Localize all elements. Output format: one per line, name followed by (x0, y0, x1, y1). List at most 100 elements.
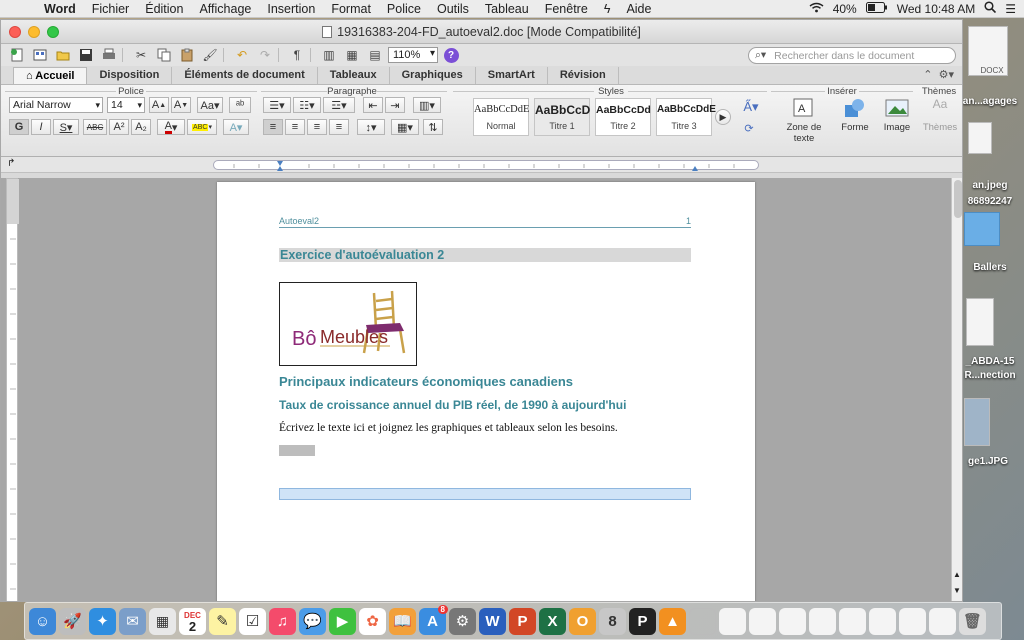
align-center-button[interactable]: ≡ (285, 119, 305, 135)
tab-accueil[interactable]: ⌂ Accueil (13, 67, 88, 84)
excel-icon[interactable]: X (539, 607, 566, 635)
clock[interactable]: Wed 10:48 AM (897, 2, 976, 16)
align-right-button[interactable]: ≡ (307, 119, 327, 135)
document-page[interactable]: Autoeval2 1 Exercice d'autoévaluation 2 (217, 182, 755, 601)
script-icon[interactable]: ϟ (604, 2, 611, 16)
manage-styles-icon[interactable]: ⟳ (739, 119, 759, 137)
tab-disposition[interactable]: Disposition (87, 67, 173, 84)
notification-center-icon[interactable]: ☰ (1005, 2, 1016, 16)
desktop-file-thumb[interactable] (966, 298, 994, 346)
toolbox-icon[interactable]: ▤ (365, 46, 385, 64)
battery-icon[interactable] (865, 1, 888, 16)
battery-percent[interactable]: 40% (833, 2, 857, 16)
format-painter-icon[interactable]: 🖌 (200, 46, 220, 64)
style-normal[interactable]: AaBbCcDdE Normal (473, 98, 529, 136)
folder-icon[interactable] (964, 212, 1000, 246)
minimized-window-icon[interactable] (749, 607, 776, 635)
italic-button[interactable]: I (31, 119, 51, 135)
messages-icon[interactable]: 💬 (299, 607, 326, 635)
templates-icon[interactable] (30, 46, 50, 64)
font-name-select[interactable]: Arial Narrow ▾ (9, 97, 103, 113)
desktop-file-label[interactable]: R...nection (960, 370, 1020, 381)
text-effects-button[interactable]: A▾ (223, 119, 249, 135)
minimized-window-icon[interactable] (899, 607, 926, 635)
horizontal-ruler[interactable]: ↱ (1, 157, 962, 173)
placeholder-field[interactable] (279, 445, 315, 456)
document-title[interactable]: Exercice d'autoévaluation 2 (279, 248, 691, 262)
style-titre-1[interactable]: AaBbCcD Titre 1 (534, 98, 590, 136)
grow-font-button[interactable]: A ▲ (149, 97, 169, 113)
facetime-icon[interactable]: ▶ (329, 607, 356, 635)
ribbon-options[interactable]: ⌃ ⚙▾ (923, 68, 954, 81)
menu-app-word[interactable]: Word (44, 2, 76, 16)
minimized-window-icon[interactable] (809, 607, 836, 635)
desktop-file-label[interactable]: 86892247 (960, 196, 1020, 207)
sort-button[interactable]: ⇅ (423, 119, 443, 135)
increase-indent-button[interactable]: ⇥ (385, 97, 405, 113)
show-formatting-icon[interactable]: ¶ (287, 46, 307, 64)
help-icon[interactable]: ? (441, 46, 461, 64)
desktop-image-thumb[interactable] (964, 398, 990, 446)
insert-shape[interactable]: Forme (837, 97, 873, 133)
body-text[interactable]: Écrivez le texte ici et joignez les grap… (279, 422, 618, 434)
page-header[interactable]: Autoeval2 1 (279, 216, 691, 228)
outlook-icon[interactable]: O (569, 607, 596, 635)
underline-button[interactable]: S▾ (53, 119, 79, 135)
trash-icon[interactable]: 🗑 (959, 607, 986, 635)
menu-fichier[interactable]: Fichier (92, 2, 130, 16)
bold-button[interactable]: G (9, 119, 29, 135)
menu-aide[interactable]: Aide (626, 2, 651, 16)
highlight-button[interactable]: ABC ▾ (187, 119, 217, 135)
heading-2[interactable]: Principaux indicateurs économiques canad… (279, 374, 573, 389)
tab-graphiques[interactable]: Graphiques (390, 67, 476, 84)
redo-icon[interactable]: ↷ (255, 46, 275, 64)
superscript-button[interactable]: A² (109, 119, 129, 135)
menu-outils[interactable]: Outils (437, 2, 469, 16)
font-color-button[interactable]: A ▾ (157, 119, 185, 135)
insert-text-box[interactable]: A Zone de texte (775, 97, 833, 144)
launchpad-icon[interactable]: 🚀 (59, 607, 86, 635)
minimized-window-icon[interactable] (929, 607, 956, 635)
scroll-up-icon[interactable]: ▲ (953, 570, 961, 579)
new-document-icon[interactable] (7, 46, 27, 64)
multilevel-list-button[interactable]: ☲▾ (323, 97, 355, 113)
preview-icon[interactable]: P (629, 607, 656, 635)
reminders-icon[interactable]: ☑ (239, 607, 266, 635)
gallery-icon[interactable]: ▦ (342, 46, 362, 64)
copy-icon[interactable] (154, 46, 174, 64)
notes-icon[interactable]: ✎ (209, 607, 236, 635)
itunes-icon[interactable]: ♫ (269, 607, 296, 635)
justify-button[interactable]: ≡ (329, 119, 349, 135)
zoom-select[interactable]: 110% (388, 47, 438, 63)
spotlight-icon[interactable] (984, 1, 997, 16)
ruler-band[interactable] (213, 160, 759, 171)
safari-icon[interactable]: ✦ (89, 607, 116, 635)
style-titre-2[interactable]: AaBbCcDd Titre 2 (595, 98, 651, 136)
vertical-scrollbar[interactable]: ▲ ▼ (951, 178, 962, 601)
contacts-icon[interactable]: ▦ (149, 607, 176, 635)
tab-smartart[interactable]: SmartArt (476, 67, 548, 84)
sidebar-toggle-icon[interactable]: ▥ (319, 46, 339, 64)
word-icon[interactable]: W (479, 607, 506, 635)
themes-button[interactable]: Aa Thèmes (921, 97, 959, 133)
minimized-window-icon[interactable] (869, 607, 896, 635)
numbering-button[interactable]: ☷▾ (293, 97, 321, 113)
font-size-select[interactable]: 14 ▾ (107, 97, 145, 113)
insert-image[interactable]: Image (879, 97, 915, 133)
vertical-ruler[interactable] (6, 178, 19, 601)
system-preferences-icon[interactable]: ⚙ (449, 607, 476, 635)
menu-edition[interactable]: Édition (145, 2, 183, 16)
calendar-icon[interactable]: DEC 2 (179, 607, 206, 635)
save-icon[interactable] (76, 46, 96, 64)
tab-stop-selector-icon[interactable]: ↱ (7, 158, 15, 169)
selected-paragraph[interactable] (279, 488, 691, 500)
strikethrough-button[interactable]: ABC (83, 119, 107, 135)
app-store-icon[interactable]: A8 (419, 604, 448, 635)
desktop-file-label[interactable]: DOCX (962, 66, 1022, 75)
minimized-window-icon[interactable] (779, 607, 806, 635)
tab-tableaux[interactable]: Tableaux (318, 67, 390, 84)
menu-police[interactable]: Police (387, 2, 421, 16)
line-spacing-button[interactable]: ↕▾ (357, 119, 385, 135)
vlc-icon[interactable]: ▲ (659, 607, 686, 635)
wifi-icon[interactable] (809, 2, 824, 16)
